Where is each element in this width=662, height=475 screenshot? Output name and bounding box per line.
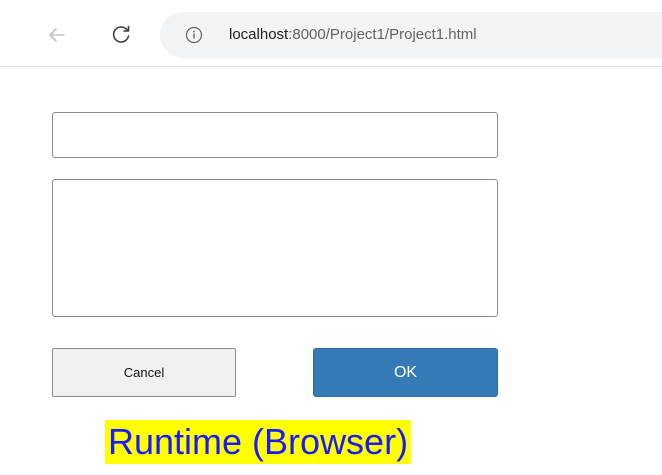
page: localhost:8000/Project1/Project1.html Ca… [0, 0, 662, 475]
browser-toolbar: localhost:8000/Project1/Project1.html [0, 0, 662, 67]
ok-button[interactable]: OK [313, 348, 498, 397]
info-icon[interactable] [184, 25, 204, 45]
ok-button-label: OK [393, 363, 418, 381]
text-area[interactable] [52, 179, 498, 317]
back-button[interactable] [42, 20, 72, 50]
reload-button[interactable] [106, 20, 136, 50]
url-text[interactable]: localhost:8000/Project1/Project1.html [229, 25, 477, 45]
url-host: localhost [229, 26, 289, 43]
back-arrow-icon [49, 28, 65, 42]
text-input[interactable] [52, 112, 498, 158]
address-bar[interactable]: localhost:8000/Project1/Project1.html [160, 12, 662, 58]
url-path: :8000/Project1/Project1.html [288, 26, 477, 43]
cancel-button[interactable]: Cancel [52, 348, 236, 397]
reload-icon [112, 25, 130, 43]
cancel-button-label: Cancel [123, 365, 165, 380]
caption-label: Runtime (Browser) [105, 420, 412, 464]
